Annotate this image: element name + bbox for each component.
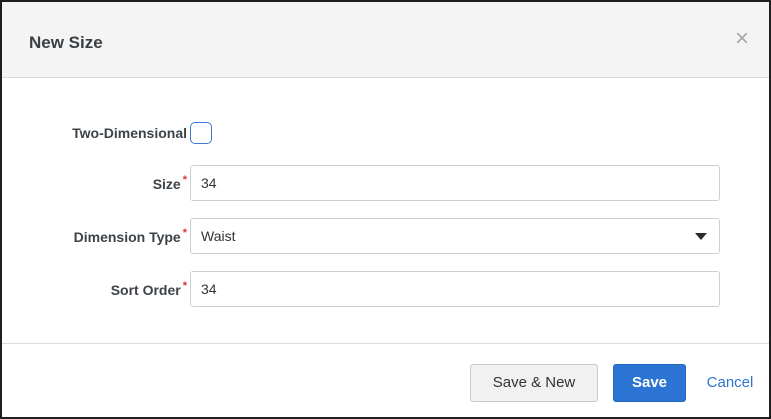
dialog-header: New Size × bbox=[2, 2, 769, 78]
cancel-button[interactable]: Cancel bbox=[700, 364, 760, 402]
dimension-type-select[interactable]: Waist bbox=[190, 218, 720, 254]
caret-down-icon bbox=[695, 233, 707, 240]
dimension-type-row: Dimension Type * Waist bbox=[2, 218, 769, 254]
size-label: Size * bbox=[152, 174, 187, 192]
save-button[interactable]: Save bbox=[613, 364, 686, 402]
save-and-new-button[interactable]: Save & New bbox=[470, 364, 598, 402]
two-dimensional-row: Two-Dimensional bbox=[2, 115, 769, 151]
sort-order-row: Sort Order * bbox=[2, 271, 769, 307]
dimension-type-label: Dimension Type * bbox=[73, 227, 187, 245]
two-dimensional-label: Two-Dimensional bbox=[72, 125, 187, 141]
dialog-title: New Size bbox=[29, 33, 103, 52]
size-input[interactable] bbox=[190, 165, 720, 201]
two-dimensional-checkbox[interactable] bbox=[190, 122, 212, 144]
required-marker: * bbox=[182, 280, 187, 293]
required-marker: * bbox=[182, 174, 187, 187]
dialog-footer: Save & New Save Cancel bbox=[2, 343, 769, 417]
sort-order-input[interactable] bbox=[190, 271, 720, 307]
dimension-type-value: Waist bbox=[201, 228, 236, 244]
close-icon[interactable]: × bbox=[732, 27, 752, 51]
sort-order-label: Sort Order * bbox=[110, 280, 187, 298]
size-row: Size * bbox=[2, 165, 769, 201]
required-marker: * bbox=[182, 227, 187, 240]
new-size-dialog: New Size × Two-Dimensional Size* Dimensi… bbox=[0, 0, 771, 419]
